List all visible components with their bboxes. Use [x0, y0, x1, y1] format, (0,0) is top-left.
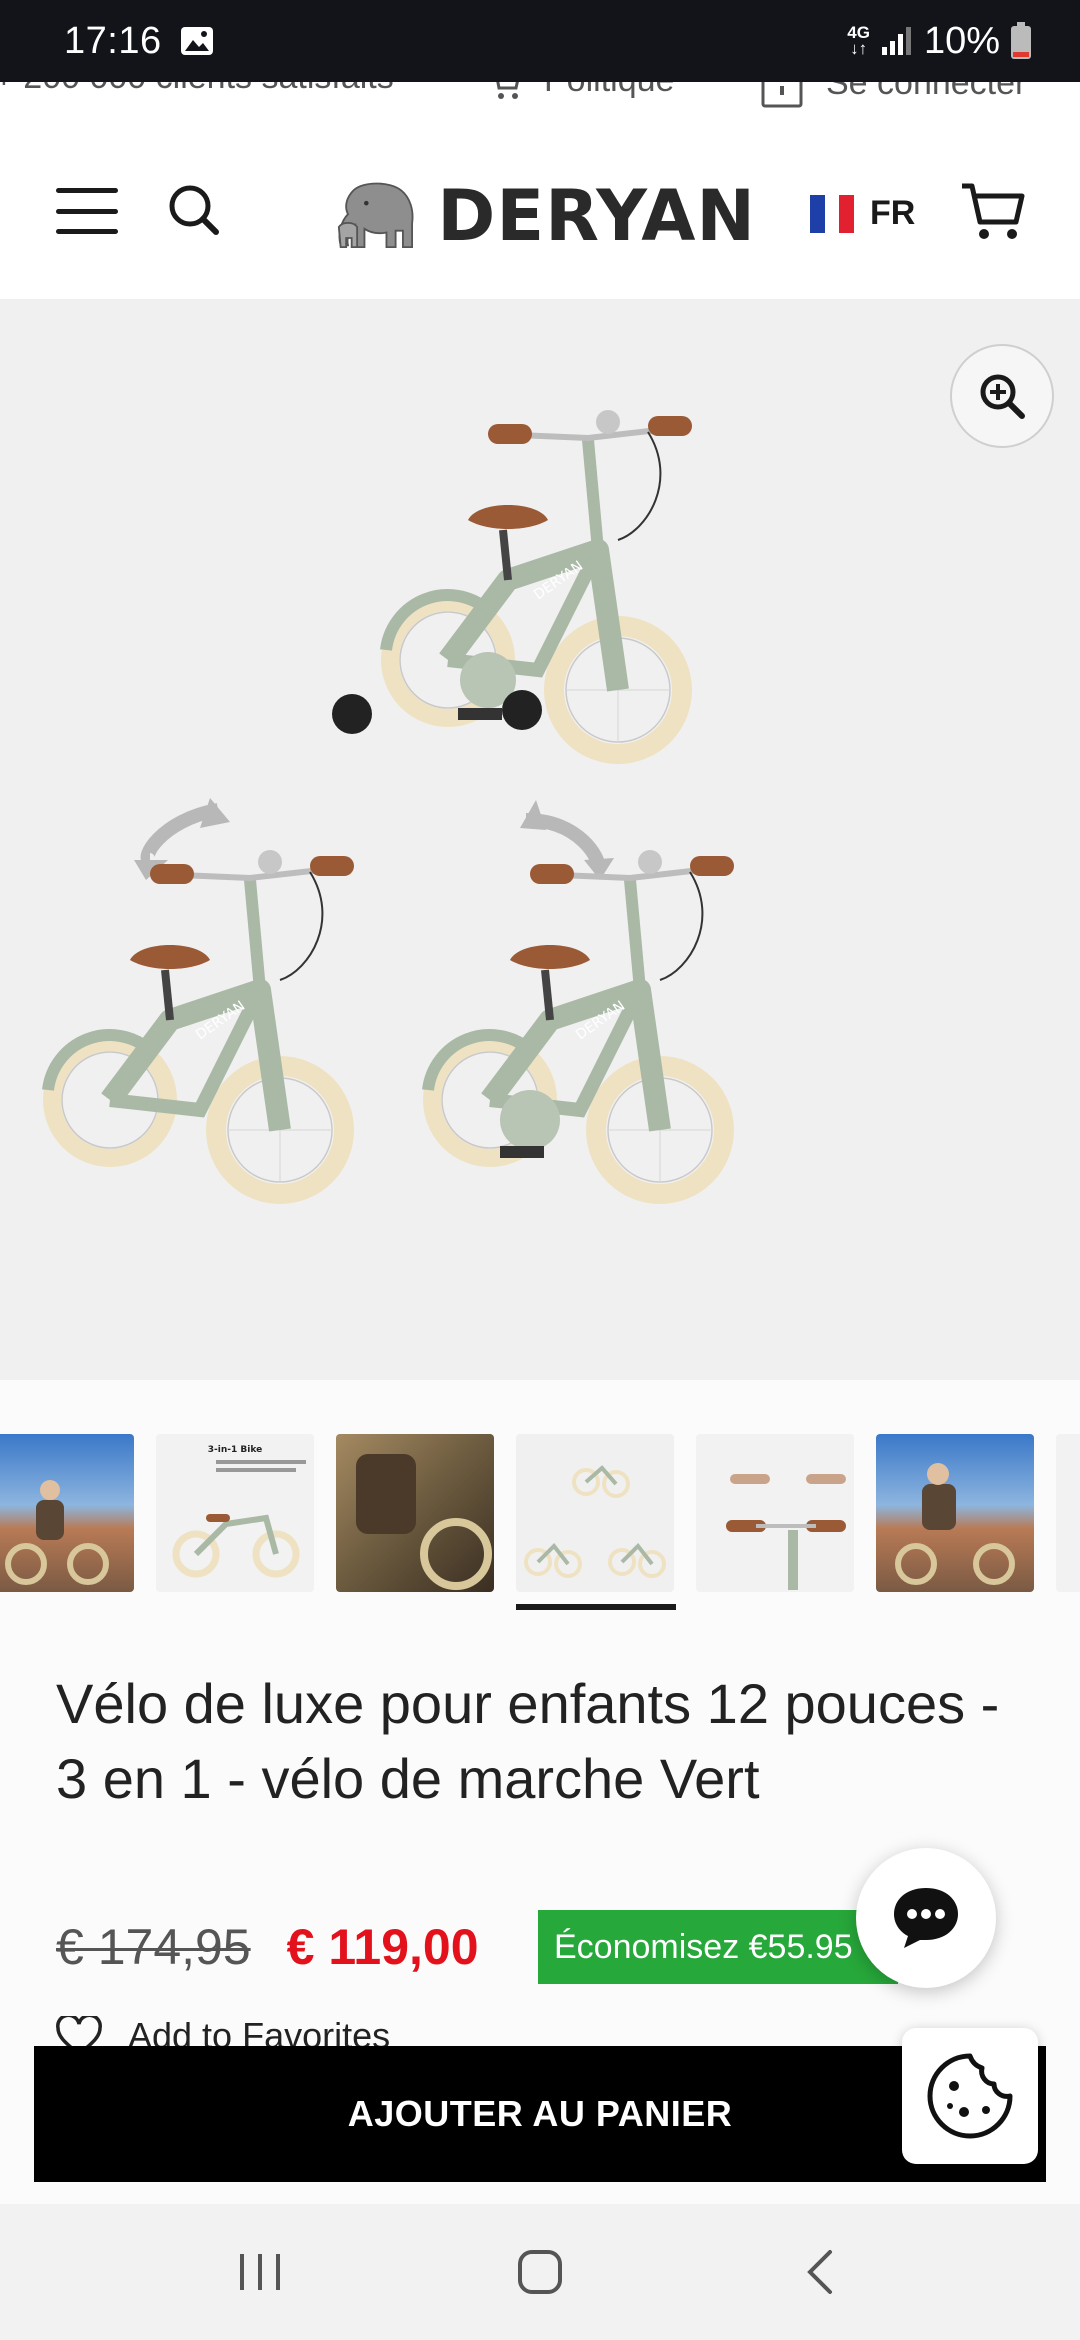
promo-login[interactable]: Se connecter: [760, 82, 1026, 108]
thumbnail-image: [726, 1474, 846, 1590]
thumbnail-strip[interactable]: 3-in-1 Bike: [0, 1434, 1080, 1614]
thumbnail-image: 3-in-1 Bike: [172, 1445, 306, 1578]
home-button[interactable]: [500, 2232, 580, 2312]
thumbnail-image: [5, 1480, 109, 1585]
logo-text: DERYAN: [437, 175, 756, 257]
status-right: 4G ↓↑ 10%: [847, 20, 1032, 63]
thumbnail-2[interactable]: 3-in-1 Bike: [156, 1434, 314, 1592]
chat-button[interactable]: [856, 1848, 996, 1988]
thumbnail-3[interactable]: [336, 1434, 494, 1592]
france-flag-icon: [810, 194, 855, 233]
battery-percent: 10%: [923, 19, 1000, 62]
status-time: 17:16: [64, 19, 162, 62]
product-title: Vélo de luxe pour enfants 12 pouces - 3 …: [56, 1672, 1000, 1810]
promo-strip: + 200 000 clients satisfaits Politique S…: [0, 82, 1080, 130]
battery-icon: [1011, 22, 1031, 59]
back-button[interactable]: [780, 2232, 860, 2312]
chat-bubble-icon: [894, 1888, 958, 1948]
zoom-in-icon: [980, 374, 1025, 419]
svg-text:3-in-1 Bike: 3-in-1 Bike: [208, 1445, 262, 1455]
gallery-notification-icon: [180, 27, 213, 55]
thumbnail-5[interactable]: [696, 1434, 854, 1592]
cart-icon[interactable]: [958, 176, 1028, 246]
active-thumbnail-indicator: [516, 1604, 676, 1610]
back-icon: [807, 2250, 832, 2294]
cart-small-icon: [496, 82, 519, 99]
search-icon[interactable]: [166, 182, 222, 238]
thumbnail-1[interactable]: [0, 1434, 134, 1592]
site-header: DERYAN FR: [0, 130, 1080, 300]
recent-apps-icon: [240, 2254, 280, 2290]
thumbnail-4[interactable]: [516, 1434, 674, 1592]
thumbnail-image: [356, 1454, 492, 1590]
signal-icon: [881, 27, 911, 55]
old-price: € 174,95: [56, 1919, 251, 1975]
thumbnail-image: [524, 1465, 666, 1578]
zoom-button[interactable]: [950, 344, 1054, 448]
thumbnail-image: [895, 1463, 1015, 1585]
cookie-settings-button[interactable]: [902, 2028, 1038, 2164]
savings-badge: Économisez €55.95: [538, 1910, 898, 1984]
thumbnail-6[interactable]: [876, 1434, 1034, 1592]
status-bar: 17:16 4G ↓↑ 10%: [0, 0, 1080, 82]
language-selector[interactable]: FR: [810, 194, 915, 233]
network-type: 4G ↓↑: [847, 23, 870, 58]
language-code: FR: [870, 194, 916, 232]
logo[interactable]: DERYAN: [326, 174, 756, 258]
add-to-cart-button[interactable]: AJOUTER AU PANIER: [34, 2046, 1046, 2182]
sale-price: € 119,00: [286, 1919, 479, 1975]
product-page: 17:16 4G↓↑ 10% + 200 000 clients sa: [0, 0, 1080, 2340]
system-nav-bar: [0, 2204, 1080, 2340]
lock-icon: [761, 82, 803, 108]
recent-apps-button[interactable]: [220, 2232, 300, 2312]
hamburger-icon[interactable]: [56, 188, 118, 234]
elephant-logo-icon: [337, 182, 414, 249]
price-row: € 174,95 € 119,00: [56, 1910, 479, 1984]
thumbnail-7[interactable]: [1056, 1434, 1080, 1592]
promo-customers: + 200 000 clients satisfaits: [0, 82, 394, 97]
three-in-one-bike-illustration: DERYAN: [0, 300, 1080, 1380]
cookie-icon: [927, 2053, 1013, 2139]
home-icon: [518, 2250, 562, 2294]
product-image[interactable]: DERYAN: [0, 300, 1080, 1380]
promo-policy[interactable]: Politique: [486, 82, 674, 102]
